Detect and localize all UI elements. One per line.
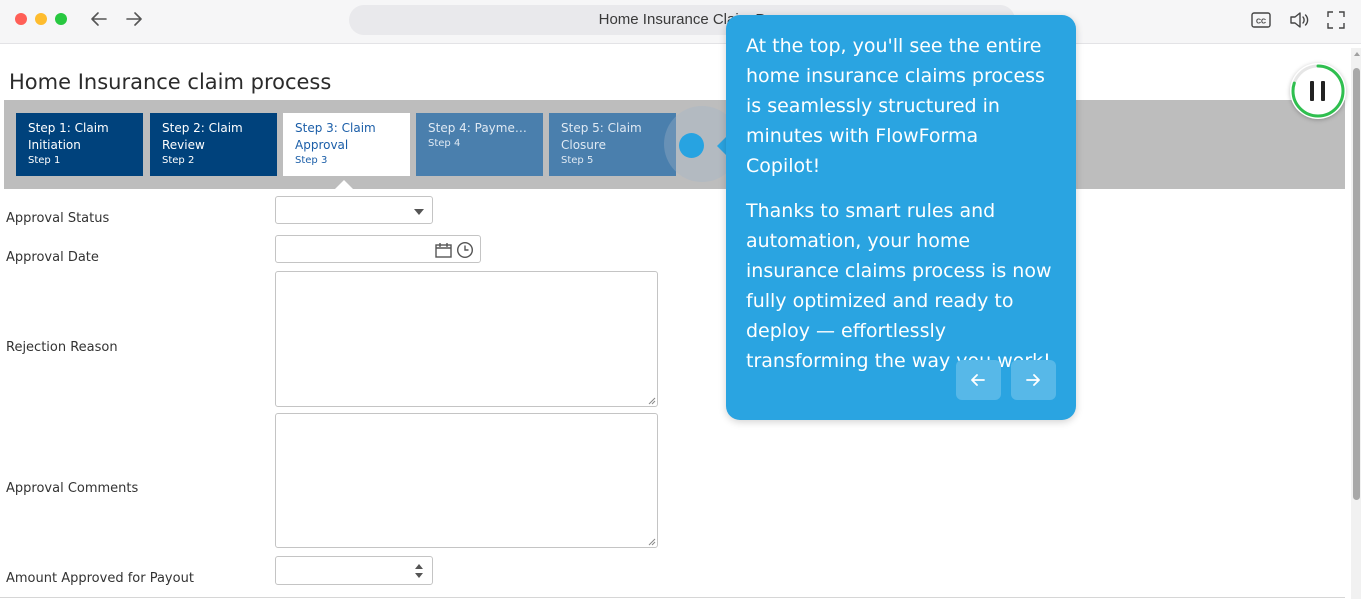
forward-arrow-icon[interactable] <box>123 8 145 30</box>
step-number: Step 4 <box>428 138 461 149</box>
back-arrow-icon[interactable] <box>88 8 110 30</box>
step-number: Step 3 <box>295 155 328 166</box>
scrollbar-thumb[interactable] <box>1353 68 1360 500</box>
scroll-up-icon[interactable] <box>1354 52 1360 56</box>
browser-toolbar: Home Insurance Claim P CC <box>0 0 1361 44</box>
resize-handle-icon[interactable] <box>648 397 656 405</box>
minimize-window-button[interactable] <box>35 13 47 25</box>
step-label: Step 1: Claim Initiation <box>28 121 109 152</box>
step-claim-review[interactable]: Step 2: Claim Review Step 2 <box>150 113 277 176</box>
page-title: Home Insurance claim process <box>9 70 332 94</box>
close-window-button[interactable] <box>15 13 27 25</box>
tour-tooltip: At the top, you'll see the entire home i… <box>726 15 1076 420</box>
pause-button[interactable] <box>1290 63 1346 119</box>
arrow-left-icon <box>971 374 985 386</box>
maximize-window-button[interactable] <box>55 13 67 25</box>
divider <box>0 597 1345 598</box>
approval-status-select[interactable] <box>275 196 433 224</box>
step-label: Step 4: Payment... <box>428 121 531 135</box>
amount-approved-label: Amount Approved for Payout <box>6 571 194 586</box>
tooltip-next-button[interactable] <box>1011 360 1056 400</box>
step-claim-initiation[interactable]: Step 1: Claim Initiation Step 1 <box>16 113 143 176</box>
step-number: Step 1 <box>28 155 61 166</box>
tooltip-arrow <box>717 137 726 155</box>
step-number: Step 2 <box>162 155 195 166</box>
tooltip-paragraph-2: Thanks to smart rules and automation, yo… <box>746 200 1052 372</box>
step-claim-closure[interactable]: Step 5: Claim Closure Step 5 <box>549 113 676 176</box>
approval-comments-label: Approval Comments <box>6 481 139 496</box>
closed-captions-icon[interactable]: CC <box>1250 9 1272 31</box>
number-spinner-icon[interactable] <box>414 561 424 581</box>
tooltip-paragraph-1: At the top, you'll see the entire home i… <box>746 35 1045 177</box>
chevron-down-icon <box>414 209 424 215</box>
approval-date-label: Approval Date <box>6 250 99 265</box>
resize-handle-icon[interactable] <box>648 538 656 546</box>
rejection-reason-label: Rejection Reason <box>6 340 118 355</box>
pause-icon <box>1291 64 1345 118</box>
step-label: Step 3: Claim Approval <box>295 121 376 152</box>
approval-status-label: Approval Status <box>6 211 110 226</box>
approval-date-field[interactable] <box>275 235 481 263</box>
rejection-reason-textarea[interactable] <box>275 271 658 407</box>
step-payment[interactable]: Step 4: Payment... Step 4 <box>416 113 543 176</box>
arrow-right-icon <box>1026 374 1040 386</box>
calendar-icon[interactable] <box>435 242 452 258</box>
step-claim-approval[interactable]: Step 3: Claim Approval Step 3 <box>283 113 410 176</box>
svg-text:CC: CC <box>1256 19 1266 26</box>
fullscreen-icon[interactable] <box>1325 9 1347 31</box>
clock-icon[interactable] <box>456 241 474 259</box>
approval-comments-textarea[interactable] <box>275 413 658 548</box>
amount-approved-input[interactable] <box>275 556 433 585</box>
step-label: Step 2: Claim Review <box>162 121 243 152</box>
step-label: Step 5: Claim Closure <box>561 121 642 152</box>
step-number: Step 5 <box>561 155 594 166</box>
tooltip-previous-button[interactable] <box>956 360 1001 400</box>
tour-beacon[interactable] <box>679 133 704 158</box>
volume-icon[interactable] <box>1288 9 1310 31</box>
active-step-pointer <box>335 180 353 189</box>
